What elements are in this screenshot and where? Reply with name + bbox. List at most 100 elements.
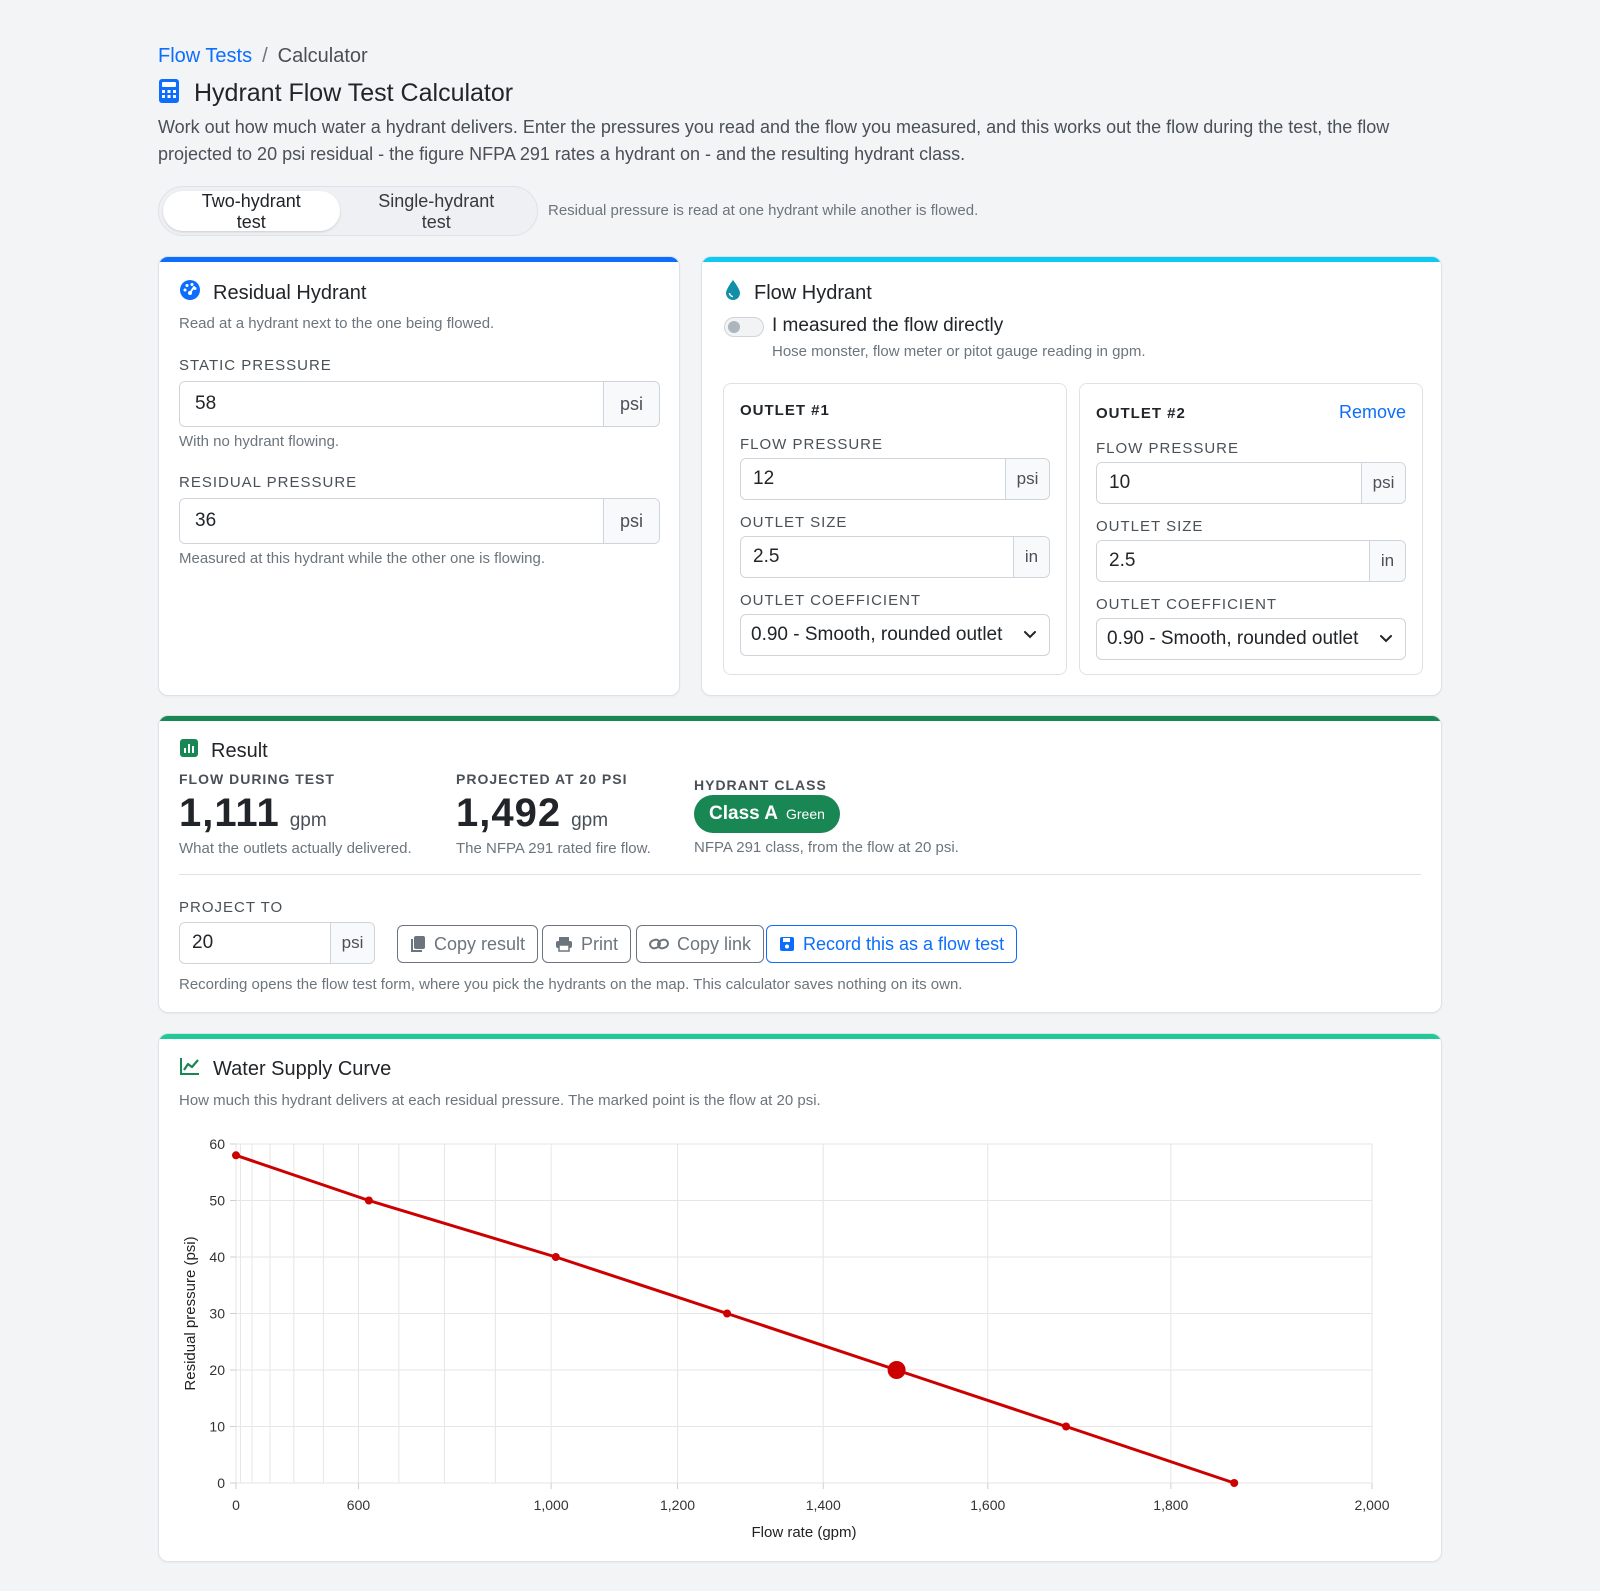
printer-icon bbox=[556, 937, 572, 952]
outlet-2-remove-link[interactable]: Remove bbox=[1339, 402, 1406, 423]
residual-card-title-text: Residual Hydrant bbox=[213, 281, 367, 304]
outlet-2-size-group: in bbox=[1096, 540, 1406, 582]
outlet-1-heading: OUTLET #1 bbox=[740, 402, 830, 419]
outlet-2-pressure-label: FLOW PRESSURE bbox=[1096, 440, 1240, 457]
outlet-2-coefficient-value: 0.90 - Smooth, rounded outlet bbox=[1107, 628, 1359, 649]
projected-flow-block: PROJECTED AT 20 PSI 1,492 gpm The NFPA 2… bbox=[456, 771, 651, 857]
print-label: Print bbox=[581, 933, 619, 954]
hydrant-class-help: NFPA 291 class, from the flow at 20 psi. bbox=[694, 839, 959, 856]
static-pressure-group: psi bbox=[179, 381, 660, 427]
direct-flow-toggle-help: Hose monster, flow meter or pitot gauge … bbox=[772, 343, 1146, 360]
x-tick-label: 1,400 bbox=[806, 1497, 841, 1513]
breadcrumb: Flow Tests / Calculator bbox=[158, 45, 368, 68]
project-to-input[interactable] bbox=[180, 923, 330, 963]
copy-link-label: Copy link bbox=[677, 933, 752, 954]
outlet-1-size-unit: in bbox=[1013, 537, 1049, 577]
chevron-down-icon bbox=[1380, 635, 1392, 643]
outlet-1-coefficient-value: 0.90 - Smooth, rounded outlet bbox=[751, 624, 1003, 645]
flow-during-test-label: FLOW DURING TEST bbox=[179, 771, 335, 787]
highlight-point-20psi bbox=[887, 1361, 906, 1379]
outlet-card-2: OUTLET #2 Remove FLOW PRESSURE psi OUTLE… bbox=[1079, 383, 1423, 675]
page-intro: Work out how much water a hydrant delive… bbox=[158, 117, 1390, 164]
residual-hydrant-card: Residual Hydrant Read at a hydrant next … bbox=[158, 256, 680, 696]
flow-hydrant-card: Flow Hydrant I measured the flow directl… bbox=[701, 256, 1442, 696]
residual-pressure-unit: psi bbox=[603, 499, 659, 543]
residual-card-subtitle: Read at a hydrant next to the one being … bbox=[179, 315, 495, 332]
result-card-title: Result bbox=[179, 738, 268, 764]
projected-flow-value: 1,492 bbox=[456, 791, 562, 835]
data-point bbox=[364, 1196, 373, 1205]
static-pressure-label: STATIC PRESSURE bbox=[179, 357, 332, 374]
breadcrumb-separator: / bbox=[262, 45, 268, 67]
result-card-title-text: Result bbox=[211, 739, 268, 762]
outlet-1-pressure-input[interactable] bbox=[741, 459, 1005, 499]
direct-flow-toggle-label: I measured the flow directly bbox=[772, 315, 1004, 336]
residual-pressure-input[interactable] bbox=[180, 499, 603, 543]
outlet-2-size-unit: in bbox=[1369, 541, 1405, 581]
outlet-2-pressure-group: psi bbox=[1096, 462, 1406, 504]
mode-single-hydrant-button[interactable]: Single-hydrant test bbox=[340, 191, 533, 232]
print-button[interactable]: Print bbox=[542, 925, 632, 963]
outlet-card-1: OUTLET #1 FLOW PRESSURE psi OUTLET SIZE … bbox=[723, 383, 1067, 675]
residual-pressure-label: RESIDUAL PRESSURE bbox=[179, 474, 358, 491]
x-axis-label: Flow rate (gpm) bbox=[751, 1524, 856, 1541]
y-tick-label: 30 bbox=[209, 1306, 225, 1322]
chevron-down-icon bbox=[1024, 631, 1036, 639]
project-to-unit: psi bbox=[330, 923, 374, 963]
copy-link-button[interactable]: Copy link bbox=[636, 925, 765, 963]
data-point bbox=[232, 1151, 240, 1160]
hydrant-class-block: HYDRANT CLASS Class A Green NFPA 291 cla… bbox=[694, 777, 959, 856]
static-pressure-help: With no hydrant flowing. bbox=[179, 433, 340, 450]
record-flow-test-label: Record this as a flow test bbox=[803, 933, 1005, 954]
static-pressure-input[interactable] bbox=[180, 382, 603, 426]
breadcrumb-current: Calculator bbox=[277, 45, 368, 67]
outlet-1-size-group: in bbox=[740, 536, 1050, 578]
mode-note: Residual pressure is read at one hydrant… bbox=[548, 202, 979, 219]
record-flow-test-button[interactable]: Record this as a flow test bbox=[766, 925, 1018, 963]
outlet-2-size-label: OUTLET SIZE bbox=[1096, 518, 1204, 535]
data-point bbox=[551, 1253, 560, 1261]
save-icon bbox=[780, 937, 794, 951]
direct-flow-toggle[interactable] bbox=[724, 317, 764, 337]
outlet-2-coefficient-select[interactable]: 0.90 - Smooth, rounded outlet bbox=[1096, 618, 1406, 660]
flow-during-test-block: FLOW DURING TEST 1,111 gpm What the outl… bbox=[179, 771, 412, 857]
series-line bbox=[235, 1153, 1235, 1485]
mode-two-hydrant-button[interactable]: Two-hydrant test bbox=[163, 191, 340, 232]
project-to-group: psi bbox=[179, 922, 375, 964]
outlet-2-pressure-input[interactable] bbox=[1097, 463, 1361, 503]
hydrant-class-badge: Class A Green bbox=[694, 795, 840, 833]
copy-result-label: Copy result bbox=[434, 933, 526, 954]
curve-card-title-text: Water Supply Curve bbox=[213, 1057, 392, 1080]
copy-icon bbox=[411, 936, 425, 952]
result-note: Recording opens the flow test form, wher… bbox=[179, 976, 963, 993]
flow-card-title-text: Flow Hydrant bbox=[754, 281, 872, 304]
result-divider bbox=[179, 874, 1421, 875]
outlet-2-size-input[interactable] bbox=[1097, 541, 1369, 581]
static-pressure-unit: psi bbox=[603, 382, 659, 426]
copy-result-button[interactable]: Copy result bbox=[397, 925, 539, 963]
projected-flow-label: PROJECTED AT 20 PSI bbox=[456, 771, 628, 787]
outlet-1-coefficient-select[interactable]: 0.90 - Smooth, rounded outlet bbox=[740, 614, 1050, 656]
y-tick-label: 40 bbox=[209, 1249, 225, 1265]
gauge-icon bbox=[179, 279, 201, 307]
y-tick-label: 0 bbox=[217, 1475, 225, 1491]
y-tick-label: 10 bbox=[209, 1419, 225, 1435]
outlet-1-pressure-group: psi bbox=[740, 458, 1050, 500]
flow-during-test-value: 1,111 bbox=[179, 791, 280, 835]
breadcrumb-link-flow-tests[interactable]: Flow Tests bbox=[158, 45, 252, 67]
page-title: Hydrant Flow Test Calculator bbox=[194, 79, 514, 107]
outlet-2-pressure-unit: psi bbox=[1361, 463, 1405, 503]
data-point bbox=[723, 1309, 732, 1318]
water-supply-chart: 0 600 1,000 1,200 1,400 1,600 1,800 2,000 0 10 20 3… bbox=[182, 1136, 1390, 1541]
x-tick-label: 0 bbox=[232, 1497, 240, 1513]
x-tick-label: 1,800 bbox=[1153, 1497, 1188, 1513]
project-to-label: PROJECT TO bbox=[179, 899, 284, 916]
flow-during-test-help: What the outlets actually delivered. bbox=[179, 840, 412, 857]
projected-flow-unit: gpm bbox=[571, 810, 609, 831]
data-point bbox=[1062, 1422, 1071, 1431]
x-tick-label: 2,000 bbox=[1354, 1497, 1389, 1513]
y-tick-label: 50 bbox=[209, 1193, 225, 1209]
outlet-1-coefficient-label: OUTLET COEFFICIENT bbox=[740, 592, 922, 609]
line-chart-icon bbox=[179, 1056, 201, 1082]
outlet-1-size-input[interactable] bbox=[741, 537, 1013, 577]
